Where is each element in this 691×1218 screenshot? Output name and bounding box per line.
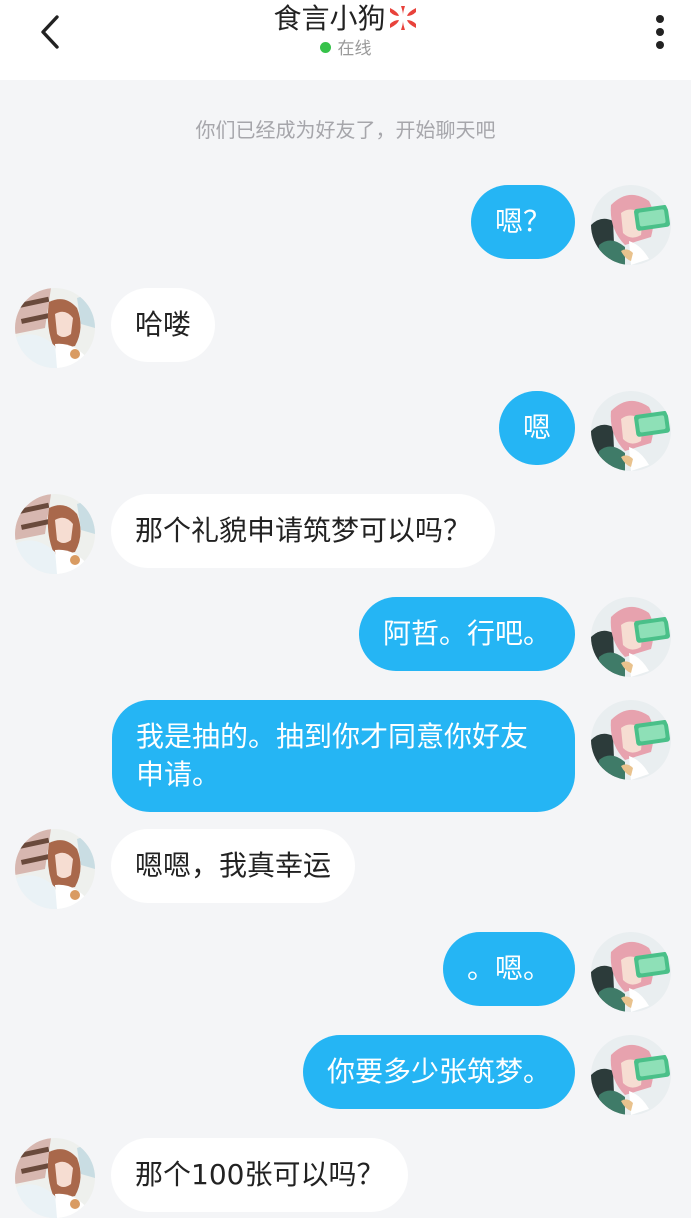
contact-avatar[interactable]: [15, 494, 95, 574]
online-status: 在线: [0, 38, 691, 60]
my-avatar[interactable]: [591, 391, 671, 471]
message-bubble-out[interactable]: 嗯？: [470, 185, 575, 259]
my-avatar[interactable]: [591, 185, 671, 265]
chat-header: 食言小狗 在线: [0, 0, 691, 80]
my-avatar[interactable]: [591, 932, 671, 1012]
contact-name-text: 食言小狗: [273, 2, 386, 35]
message-bubble-out[interactable]: 嗯: [498, 391, 575, 465]
message-bubble-in[interactable]: 那个礼貌申请筑梦可以吗？: [111, 494, 496, 568]
chat-title-area: 食言小狗 在线: [0, 2, 691, 60]
message-bubble-in[interactable]: 嗯嗯，我真幸运: [111, 829, 356, 903]
anger-emoji-icon: [389, 6, 416, 30]
more-options-button[interactable]: [643, 10, 677, 54]
contact-avatar[interactable]: [15, 288, 95, 368]
message-bubble-out[interactable]: 你要多少张筑梦。: [302, 1035, 575, 1109]
my-avatar[interactable]: [591, 700, 671, 780]
message-bubble-out[interactable]: 阿哲。行吧。: [358, 597, 575, 671]
contact-avatar[interactable]: [15, 829, 95, 909]
message-bubble-in[interactable]: 那个100张可以吗？: [111, 1138, 409, 1212]
my-avatar[interactable]: [591, 597, 671, 677]
system-message: 你们已经成为好友了，开始聊天吧: [195, 118, 496, 142]
my-avatar[interactable]: [591, 1035, 671, 1115]
online-status-text: 在线: [337, 39, 372, 59]
more-vertical-icon: [656, 15, 664, 49]
online-dot-icon: [319, 42, 331, 53]
contact-name: 食言小狗: [0, 2, 691, 36]
contact-avatar[interactable]: [15, 1138, 95, 1218]
message-bubble-out[interactable]: 我是抽的。抽到你才同意你好友申请。: [112, 700, 575, 812]
message-bubble-in[interactable]: 哈喽: [111, 288, 216, 362]
message-bubble-out[interactable]: 。嗯。: [442, 932, 575, 1006]
